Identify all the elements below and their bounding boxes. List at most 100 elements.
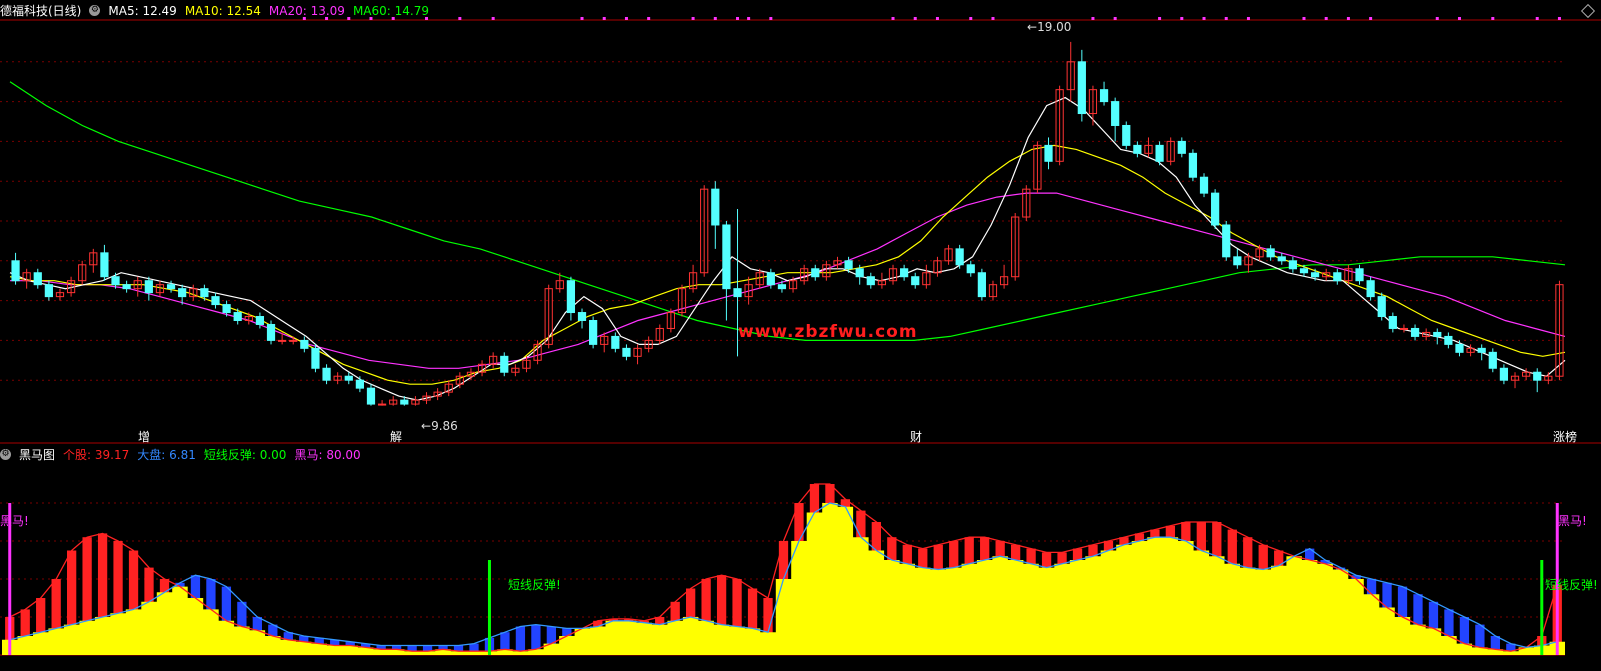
event-marker-增[interactable]: 增	[138, 428, 150, 445]
candle-body	[178, 288, 187, 298]
candle-body	[222, 304, 231, 314]
event-marker-涨榜[interactable]: 涨榜	[1553, 428, 1577, 445]
signal-dot	[1535, 17, 1539, 20]
candle-body	[166, 284, 176, 290]
signal-dot	[1557, 17, 1561, 20]
candle-body	[1188, 152, 1198, 178]
candle-body	[955, 248, 964, 266]
watermark: www.zbzfwu.com	[738, 322, 918, 342]
candle-body	[1266, 248, 1275, 258]
candle-body	[377, 403, 387, 406]
indicator-bars	[2, 483, 1565, 655]
candle-body	[1277, 256, 1286, 262]
candle-body	[844, 260, 853, 270]
candle-body	[300, 339, 309, 349]
candle-body	[1222, 224, 1231, 258]
candle-body	[911, 276, 920, 286]
signal-dot	[969, 17, 973, 20]
signal-dot	[1324, 17, 1328, 20]
signal-dot	[891, 17, 895, 20]
signal-dot	[491, 17, 495, 20]
candle-body	[366, 387, 376, 405]
ma5-line	[9, 96, 1566, 401]
signal-dot	[580, 17, 584, 20]
candle-body	[977, 272, 986, 298]
duanxian-legend: 短线反弹: 0.00	[203, 448, 287, 462]
candle-body	[1399, 327, 1409, 330]
signal-dot	[1346, 17, 1350, 20]
high-price-label: ←19.00	[1027, 20, 1072, 34]
candle-body	[322, 367, 331, 381]
candle-body	[900, 268, 909, 278]
ma-lines	[9, 81, 1566, 401]
signal-dot	[1113, 17, 1117, 20]
signal-dot	[1246, 17, 1250, 20]
candle-body	[255, 316, 265, 325]
candle-body	[11, 260, 20, 282]
ma10-legend: MA10: 12.54	[184, 4, 261, 18]
candle-body	[1310, 272, 1320, 278]
candle-body	[1155, 144, 1164, 162]
stock-title: 德福科技(日线)	[0, 4, 82, 18]
candle-body	[289, 339, 298, 342]
signal-dot	[1158, 17, 1162, 20]
candle-body	[733, 288, 742, 298]
candle-body	[589, 320, 598, 345]
candle-body	[1288, 260, 1297, 270]
candle-body	[1099, 89, 1109, 103]
indicator-settings-icon[interactable]: ⚙	[0, 449, 11, 460]
signal-dot	[458, 17, 462, 20]
candle-body	[144, 280, 153, 294]
signal-dot	[691, 17, 695, 20]
event-marker-解[interactable]: 解	[390, 428, 402, 445]
event-marker-财[interactable]: 财	[910, 428, 922, 445]
candle-body	[1122, 124, 1131, 146]
gegu-legend: 个股: 39.17	[63, 448, 130, 462]
candle-body	[266, 323, 276, 341]
signal-dot	[913, 17, 917, 20]
ma20-legend: MA20: 13.09	[268, 4, 345, 18]
signal-dot	[935, 17, 939, 20]
candle-body	[1111, 101, 1120, 126]
signal-dot	[713, 17, 717, 20]
low-price-label: ←9.86	[421, 419, 458, 433]
candle-body	[355, 379, 364, 389]
signal-dot	[1091, 17, 1095, 20]
fantan-signal-right: 短线反弹!	[1545, 578, 1598, 592]
signal-dot	[1202, 17, 1206, 20]
candle-body	[1455, 343, 1464, 353]
candle-body	[1211, 192, 1220, 226]
signal-dot	[1302, 17, 1306, 20]
signal-dot	[1180, 17, 1184, 20]
signal-dot	[1435, 17, 1439, 20]
signal-dot	[1369, 17, 1373, 20]
signal-dot	[647, 17, 651, 20]
candle-body	[966, 264, 975, 274]
candle-body	[1299, 268, 1309, 274]
candle-body	[1444, 335, 1453, 345]
candle-body	[1177, 140, 1186, 154]
candle-body	[1199, 176, 1209, 194]
candle-body	[211, 296, 220, 306]
indicator-panel-header: ⚙ 黑马图 个股: 39.17 大盘: 6.81 短线反弹: 0.00 黑马: …	[0, 445, 361, 465]
signal-dot	[991, 17, 995, 20]
signal-dot	[1224, 17, 1228, 20]
candle-body	[1077, 61, 1086, 115]
candle-body	[1133, 144, 1142, 154]
signal-dot	[769, 17, 773, 20]
ma60-legend: MA60: 14.79	[352, 4, 429, 18]
candle-body	[811, 268, 820, 278]
settings-icon[interactable]: ⚙	[89, 5, 101, 16]
heima-legend: 黑马: 80.00	[294, 448, 361, 462]
candle-body	[1533, 371, 1542, 381]
candle-body	[711, 188, 720, 226]
candle-body	[1366, 280, 1375, 298]
signal-dot	[747, 17, 751, 20]
candle-body	[33, 272, 42, 286]
signal-dot	[1491, 17, 1495, 20]
candle-body	[722, 224, 731, 290]
candle-body	[1044, 144, 1053, 162]
candle-body	[500, 355, 509, 373]
candle-body	[233, 312, 242, 322]
indicator-title: 黑马图	[19, 448, 56, 462]
